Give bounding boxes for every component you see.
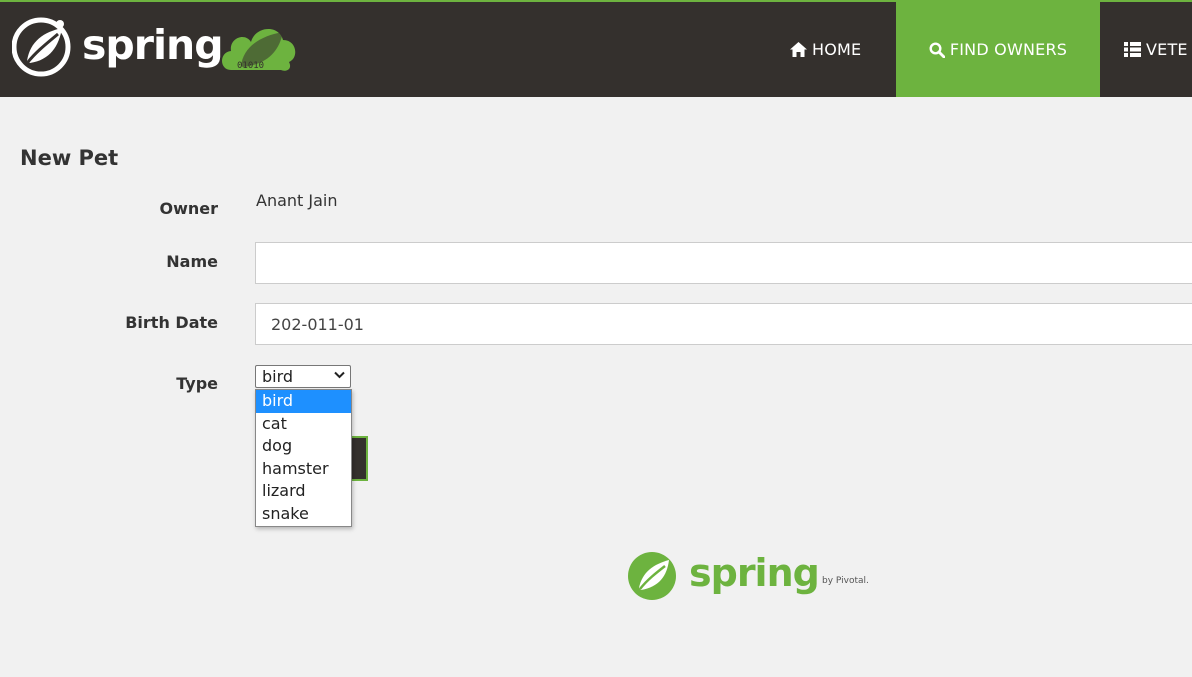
list-icon (1124, 42, 1141, 57)
spring-leaf-icon (12, 17, 71, 77)
navbar: spring 01010 HOME FIND OWNERS VETE (0, 0, 1192, 97)
nav-veterinarians-label: VETE (1146, 40, 1188, 59)
birth-date-label: Birth Date (125, 313, 218, 332)
type-select[interactable]: bird (255, 365, 351, 388)
footer-by-pivotal: by Pivotal. (822, 576, 869, 586)
birth-date-input[interactable] (255, 303, 1192, 345)
spring-leaf-icon (628, 552, 676, 600)
search-icon (929, 41, 945, 58)
chevron-down-icon (334, 371, 345, 379)
footer-wordmark: spring (689, 551, 820, 595)
type-option-dog[interactable]: dog (256, 435, 351, 458)
badge-digits: 01010 (237, 61, 264, 71)
home-icon (790, 42, 807, 57)
type-label: Type (176, 374, 218, 393)
type-option-snake[interactable]: snake (256, 503, 351, 526)
cloud-badge-icon: 01010 (222, 28, 296, 71)
type-select-value: bird (262, 367, 294, 386)
type-option-cat[interactable]: cat (256, 413, 351, 436)
nav-veterinarians[interactable]: VETE (1124, 2, 1192, 97)
nav-find-owners[interactable]: FIND OWNERS (896, 2, 1100, 97)
brand-wordmark: spring (82, 21, 224, 69)
footer-spring-logo: spring by Pivotal. (627, 549, 887, 604)
spring-logo[interactable]: spring 01010 (12, 16, 302, 77)
name-input[interactable] (255, 242, 1192, 284)
type-option-hamster[interactable]: hamster (256, 458, 351, 481)
nav-home-label: HOME (812, 40, 862, 59)
type-option-lizard[interactable]: lizard (256, 480, 351, 503)
nav-home[interactable]: HOME (790, 2, 896, 97)
nav-find-owners-label: FIND OWNERS (949, 40, 1068, 59)
name-label: Name (166, 252, 218, 271)
page-title: New Pet (20, 146, 119, 170)
type-option-bird[interactable]: bird (256, 390, 351, 413)
owner-label: Owner (159, 199, 218, 218)
type-dropdown-list: bird cat dog hamster lizard snake (255, 389, 352, 527)
owner-value: Anant Jain (256, 191, 338, 210)
